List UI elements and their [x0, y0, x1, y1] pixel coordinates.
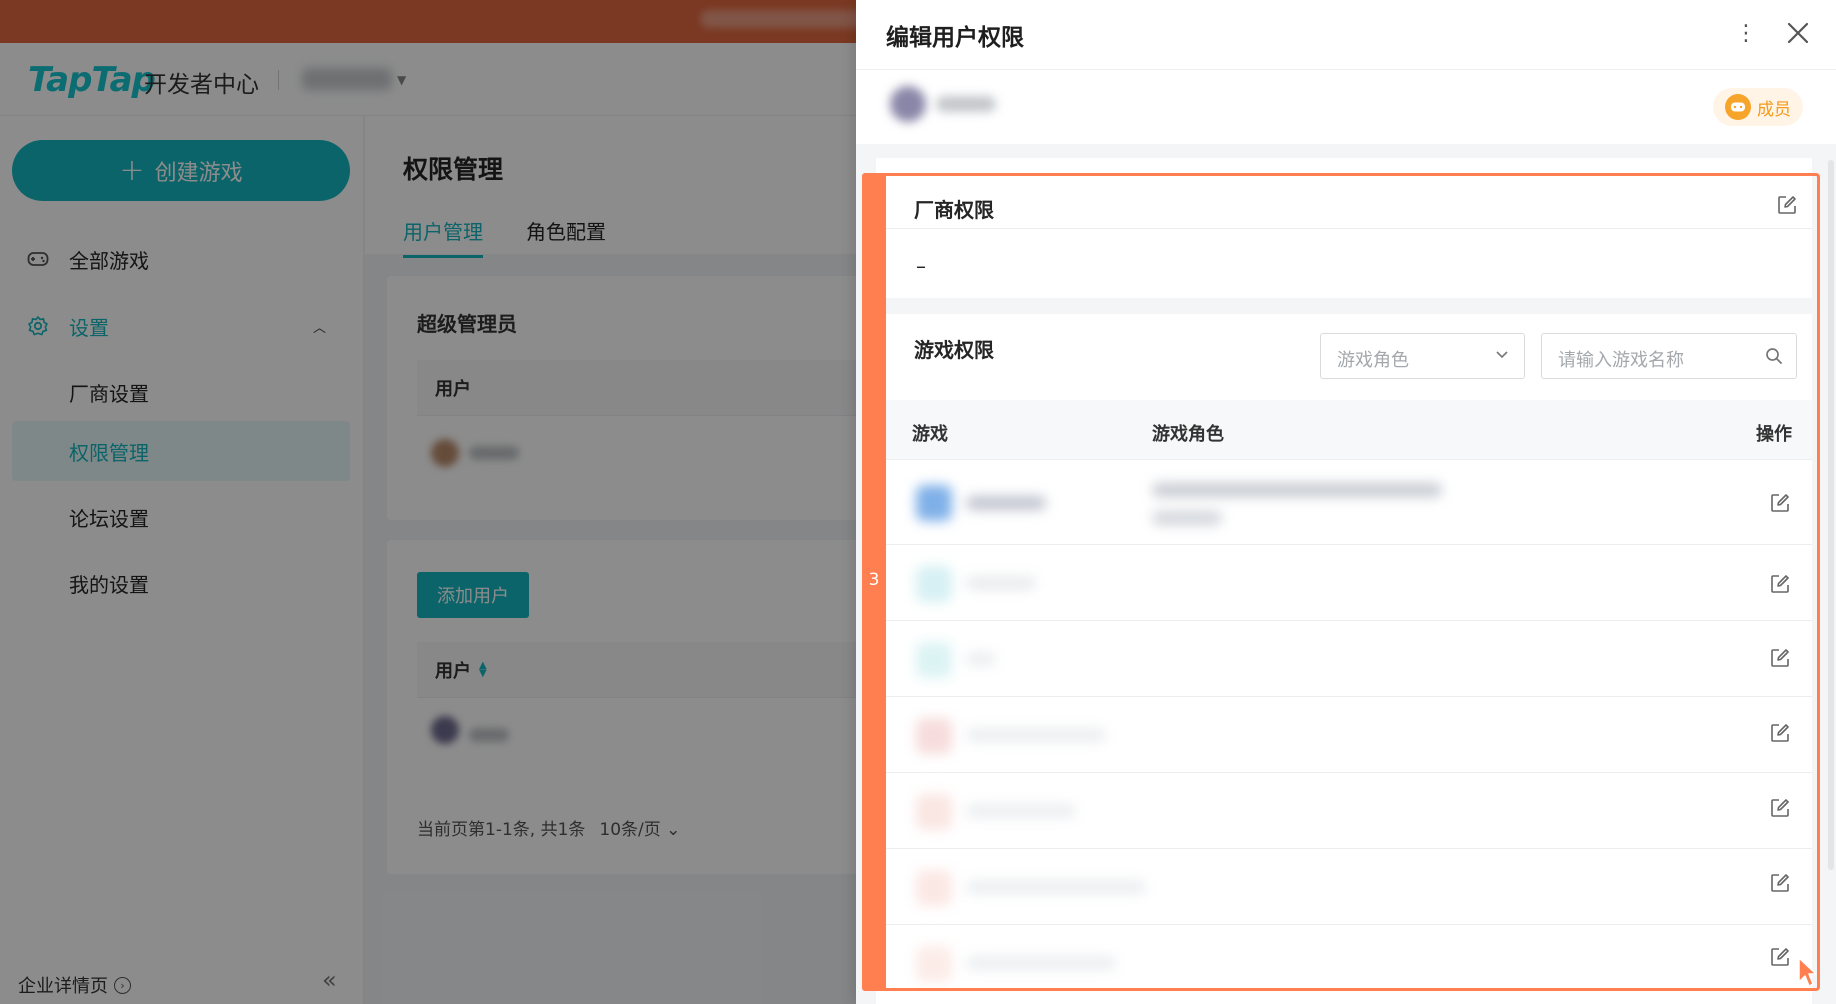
table-row	[876, 850, 1812, 925]
highlight-marker-number: 3	[868, 570, 880, 590]
game-icon	[916, 870, 952, 906]
more-vertical-icon[interactable]: ⋮	[1735, 18, 1757, 48]
drawer-title: 编辑用户权限	[886, 25, 1024, 51]
table-row	[876, 926, 1812, 1004]
game-permissions-title: 游戏权限	[914, 338, 994, 362]
vendor-permissions-header: 厂商权限	[876, 172, 1812, 228]
page: TapTap 开发者中心 ▼ + 创建游戏 全部游戏 设置 ︿ 厂商设置 权限管…	[0, 0, 1836, 1004]
search-icon[interactable]	[1764, 346, 1784, 366]
edit-icon[interactable]	[1769, 722, 1791, 744]
game-role-blurred	[1152, 483, 1442, 497]
modal-overlay[interactable]	[0, 0, 856, 1004]
section-divider	[876, 298, 1812, 314]
chevron-down-icon	[1494, 346, 1510, 362]
game-icon	[916, 794, 952, 830]
user-info-bar: 成员	[856, 70, 1836, 144]
drawer-header: 编辑用户权限 ⋮	[856, 0, 1836, 70]
game-name-blurred	[966, 880, 1146, 894]
game-name-blurred	[966, 496, 1046, 510]
game-role-blurred	[1152, 511, 1222, 525]
divider	[876, 228, 1812, 229]
game-name-blurred	[966, 728, 1106, 742]
table-row	[876, 774, 1812, 849]
game-name-blurred	[966, 804, 1076, 818]
game-role-placeholder: 游戏角色	[1337, 350, 1409, 371]
game-name-blurred	[966, 576, 1036, 590]
game-search-input[interactable]: 请输入游戏名称	[1541, 333, 1797, 379]
table-row	[876, 622, 1812, 697]
scrollbar[interactable]	[1828, 160, 1834, 870]
vendor-permissions-title: 厂商权限	[914, 198, 994, 222]
vendor-permissions-value: –	[916, 254, 926, 278]
edit-permissions-drawer: 编辑用户权限 ⋮ 成员 厂商权限 – 游戏权限 游戏 游戏角色 操作	[856, 0, 1836, 1004]
edit-icon[interactable]	[1776, 194, 1798, 216]
game-icon	[916, 566, 952, 602]
edit-icon[interactable]	[1769, 492, 1791, 514]
role-column-header: 游戏角色	[1152, 424, 1224, 445]
close-icon[interactable]	[1781, 16, 1815, 50]
avatar	[890, 86, 926, 122]
game-name-blurred	[966, 956, 1116, 970]
games-table-header: 游戏 游戏角色 操作	[876, 400, 1812, 460]
game-search-placeholder: 请输入游戏名称	[1558, 350, 1684, 371]
gamepad-icon	[1725, 94, 1751, 120]
edit-icon[interactable]	[1769, 797, 1791, 819]
game-icon	[916, 485, 952, 521]
action-column-header: 操作	[1756, 424, 1792, 445]
game-icon	[916, 718, 952, 754]
member-badge-label: 成员	[1757, 99, 1791, 120]
game-icon	[916, 946, 952, 982]
table-row	[876, 546, 1812, 621]
edit-icon[interactable]	[1769, 946, 1791, 968]
game-column-header: 游戏	[912, 424, 948, 445]
game-name-blurred	[966, 652, 996, 666]
edit-icon[interactable]	[1769, 573, 1791, 595]
game-icon	[916, 642, 952, 678]
edit-icon[interactable]	[1769, 647, 1791, 669]
table-row	[876, 461, 1812, 545]
edit-icon[interactable]	[1769, 872, 1791, 894]
mouse-cursor-icon	[1797, 956, 1817, 988]
game-role-select[interactable]: 游戏角色	[1320, 333, 1525, 379]
table-row	[876, 698, 1812, 773]
user-name-blurred	[936, 96, 996, 112]
member-badge: 成员	[1713, 88, 1803, 126]
drawer-body: 厂商权限 – 游戏权限 游戏 游戏角色 操作	[876, 158, 1812, 1004]
